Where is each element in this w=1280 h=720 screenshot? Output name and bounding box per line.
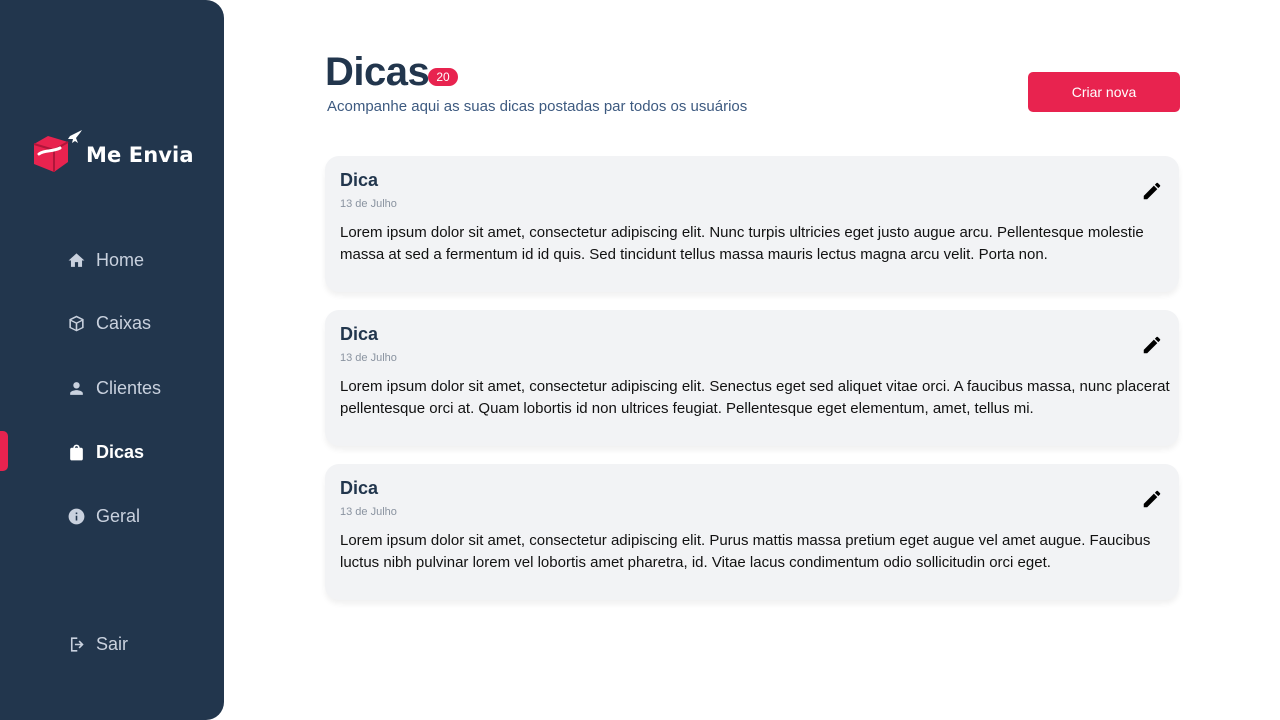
box-icon [66, 313, 86, 333]
sidebar-item-label: Home [96, 249, 145, 270]
tip-text: Lorem ipsum dolor sit amet, consectetur … [340, 532, 1151, 571]
tip-date: 13 de Julho [340, 506, 397, 518]
logo-box-plane-icon [33, 130, 82, 172]
active-nav-indicator [0, 431, 8, 471]
brand-name: Me Envia [86, 143, 194, 167]
sidebar-item-label: Caixas [96, 312, 152, 333]
tip-text: Lorem ipsum dolor sit amet, consectetur … [340, 224, 1144, 263]
edit-icon[interactable] [1141, 488, 1163, 510]
tip-card: Dica 13 de Julho Lorem ipsum dolor sit a… [325, 310, 1179, 446]
tips-count-badge: 20 [428, 68, 458, 86]
logout-button[interactable]: Sair [66, 630, 128, 658]
sidebar-item-caixas[interactable]: Caixas [66, 309, 151, 337]
edit-icon[interactable] [1141, 334, 1163, 356]
sidebar-item-label: Dicas [96, 441, 145, 462]
sidebar-item-home[interactable]: Home [66, 246, 144, 274]
tip-title: Dica [340, 324, 379, 344]
tip-card: Dica 13 de Julho Lorem ipsum dolor sit a… [325, 156, 1179, 292]
sidebar-item-label: Geral [96, 505, 141, 526]
logout-icon [66, 634, 86, 654]
user-icon [66, 378, 86, 398]
shopping-bag-icon [66, 442, 86, 462]
sidebar-item-geral[interactable]: Geral [66, 502, 140, 530]
page-title: Dicas [325, 50, 430, 94]
create-tip-button[interactable]: Criar nova [1028, 72, 1180, 112]
tip-card: Dica 13 de Julho Lorem ipsum dolor sit a… [325, 464, 1179, 600]
info-icon [66, 506, 86, 526]
page-subtitle: Acompanhe aqui as suas dicas postadas pa… [327, 98, 748, 115]
sidebar-item-dicas[interactable]: Dicas [66, 438, 144, 466]
home-icon [66, 250, 86, 270]
sidebar-item-label: Clientes [96, 377, 162, 398]
tip-text: Lorem ipsum dolor sit amet, consectetur … [340, 378, 1170, 417]
brand-logo[interactable]: Me Envia [30, 128, 194, 176]
tip-date: 13 de Julho [340, 352, 397, 364]
sidebar-item-clientes[interactable]: Clientes [66, 374, 161, 402]
tip-title: Dica [340, 170, 379, 190]
edit-icon[interactable] [1141, 180, 1163, 202]
tip-date: 13 de Julho [340, 198, 397, 210]
tip-title: Dica [340, 478, 379, 498]
sidebar: Me Envia Home Caixas Clientes Dicas Gera… [0, 0, 224, 720]
logout-label: Sair [96, 633, 129, 654]
